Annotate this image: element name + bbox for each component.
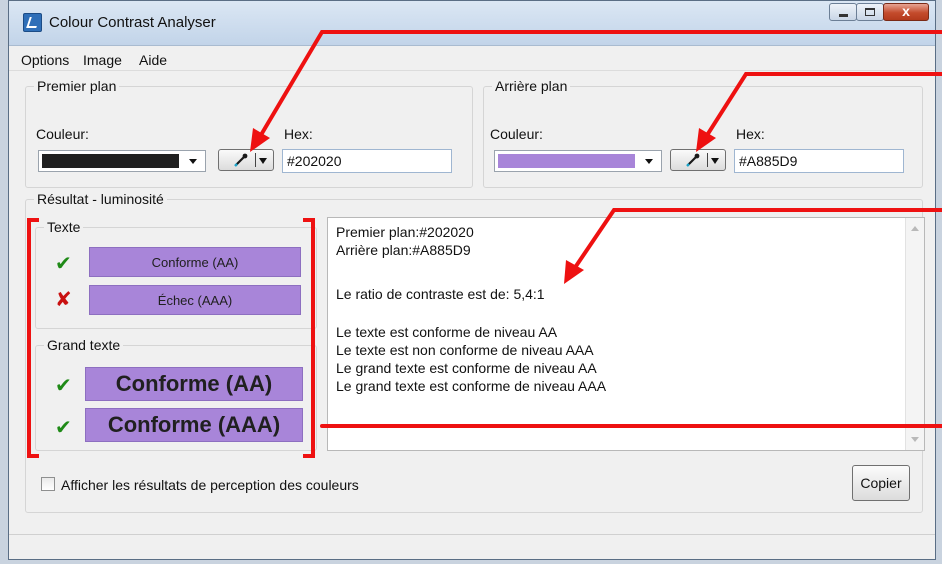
- report-textarea[interactable]: Premier plan:#202020 Arrière plan:#A885D…: [327, 217, 925, 451]
- background-legend: Arrière plan: [495, 78, 568, 94]
- background-picker-button[interactable]: [670, 149, 726, 171]
- report-line: Le grand texte est conforme de niveau AA…: [336, 378, 607, 394]
- background-color-select[interactable]: [494, 150, 662, 172]
- foreground-hex-input[interactable]: [282, 149, 452, 173]
- foreground-swatch: [42, 154, 179, 168]
- scroll-down-icon[interactable]: [911, 437, 919, 442]
- cross-icon: ✘: [55, 289, 72, 311]
- report-line: Le grand texte est conforme de niveau AA: [336, 360, 597, 376]
- close-button[interactable]: x: [883, 3, 929, 21]
- foreground-color-label: Couleur:: [36, 126, 89, 142]
- picker-separator: [707, 153, 708, 167]
- window-controls: x: [829, 3, 929, 21]
- report-line: Le texte est conforme de niveau AA: [336, 324, 558, 340]
- annotation-bracket-right: [303, 218, 315, 458]
- minimize-button[interactable]: [829, 3, 857, 21]
- annotation-bracket-left: [27, 218, 39, 458]
- text-aaa-result: Échec (AAA): [89, 285, 301, 315]
- text-results-legend: Texte: [47, 219, 81, 235]
- foreground-color-select[interactable]: [38, 150, 206, 172]
- eyedropper-icon: [234, 153, 248, 167]
- text-aa-result: Conforme (AA): [89, 247, 301, 277]
- background-hex-input[interactable]: [734, 149, 904, 173]
- report-scrollbar[interactable]: [905, 218, 924, 450]
- menu-aide[interactable]: Aide: [139, 52, 167, 68]
- foreground-group: Premier plan Couleur: Hex:: [25, 78, 473, 188]
- menu-options[interactable]: Options: [21, 52, 69, 68]
- report-line: Arrière plan:#A885D9: [336, 242, 471, 258]
- chevron-down-icon: [189, 159, 197, 164]
- chevron-down-icon: [711, 158, 719, 164]
- background-group: Arrière plan Couleur: Hex:: [483, 78, 923, 188]
- report-line: Premier plan:#202020: [336, 224, 474, 240]
- maximize-button[interactable]: [856, 3, 884, 21]
- large-text-aa-result: Conforme (AA): [85, 367, 303, 401]
- foreground-legend: Premier plan: [37, 78, 117, 94]
- status-bar: [9, 534, 935, 559]
- colorblind-checkbox[interactable]: [41, 477, 55, 491]
- foreground-hex-label: Hex:: [284, 126, 313, 142]
- result-legend: Résultat - luminosité: [37, 191, 164, 207]
- title-bar[interactable]: Colour Contrast Analyser x: [9, 1, 935, 46]
- large-text-results-legend: Grand texte: [47, 337, 121, 353]
- background-hex-label: Hex:: [736, 126, 765, 142]
- report-line-ratio: Le ratio de contraste est de: 5,4:1: [336, 286, 545, 302]
- chevron-down-icon: [645, 159, 653, 164]
- large-text-aaa-result: Conforme (AAA): [85, 408, 303, 442]
- minimize-icon: [839, 14, 848, 17]
- check-icon: ✔: [55, 375, 72, 397]
- check-icon: ✔: [55, 253, 72, 275]
- background-swatch: [498, 154, 635, 168]
- chevron-down-icon: [259, 158, 267, 164]
- close-icon: x: [902, 3, 910, 19]
- app-window: Colour Contrast Analyser x Options Image…: [8, 0, 936, 560]
- menu-image[interactable]: Image: [83, 52, 122, 68]
- copy-button[interactable]: Copier: [852, 465, 910, 501]
- window-title: Colour Contrast Analyser: [49, 14, 216, 31]
- eyedropper-icon: [686, 153, 700, 167]
- foreground-picker-button[interactable]: [218, 149, 274, 171]
- scroll-up-icon[interactable]: [911, 226, 919, 231]
- colorblind-checkbox-label[interactable]: Afficher les résultats de perception des…: [61, 477, 359, 493]
- check-icon: ✔: [55, 417, 72, 439]
- maximize-icon: [865, 8, 875, 16]
- report-line: Le texte est non conforme de niveau AAA: [336, 342, 594, 358]
- picker-separator: [255, 153, 256, 167]
- menu-bar: Options Image Aide: [9, 46, 935, 71]
- background-color-label: Couleur:: [490, 126, 543, 142]
- app-icon: [23, 13, 42, 32]
